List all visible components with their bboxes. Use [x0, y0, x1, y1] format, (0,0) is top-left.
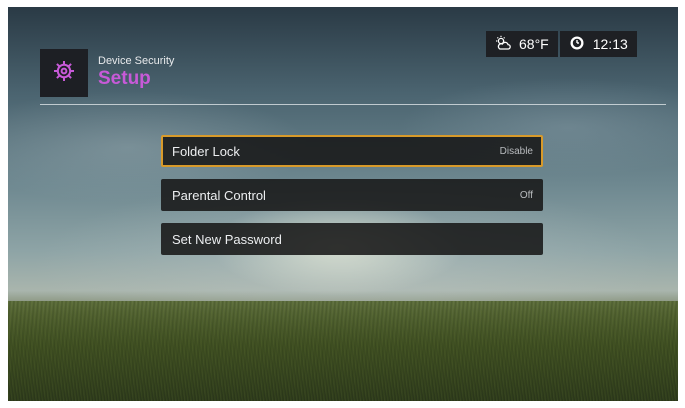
menu-item-set-new-password[interactable]: Set New Password: [161, 223, 543, 255]
temperature-text: 68°F: [519, 36, 549, 52]
menu-item-label: Folder Lock: [172, 143, 240, 159]
menu-item-folder-lock[interactable]: Folder Lock Disable: [161, 135, 543, 167]
grass-foreground: [8, 301, 678, 401]
menu-item-value: Off: [519, 189, 533, 201]
header-divider: [40, 104, 666, 105]
weather-cloud-sun-icon: [495, 35, 511, 54]
clock-icon: [569, 35, 585, 54]
page-title: Setup: [98, 68, 151, 89]
menu-item-label: Set New Password: [172, 231, 282, 247]
clock-status: 12:13: [559, 31, 637, 57]
menu-item-parental-control[interactable]: Parental Control Off: [161, 179, 543, 211]
status-bar: 68°F 12:13: [486, 31, 637, 57]
time-text: 12:13: [592, 36, 628, 52]
settings-menu: Folder Lock Disable Parental Control Off…: [161, 135, 543, 267]
gear-icon: [52, 59, 76, 88]
screen-background: 68°F 12:13 Device Security Setup Folder …: [8, 7, 678, 401]
menu-item-value: Disable: [499, 145, 533, 157]
category-icon-tile: [40, 49, 88, 97]
weather-status: 68°F: [486, 31, 558, 57]
menu-item-label: Parental Control: [172, 187, 266, 203]
section-subtitle: Device Security: [98, 55, 175, 67]
